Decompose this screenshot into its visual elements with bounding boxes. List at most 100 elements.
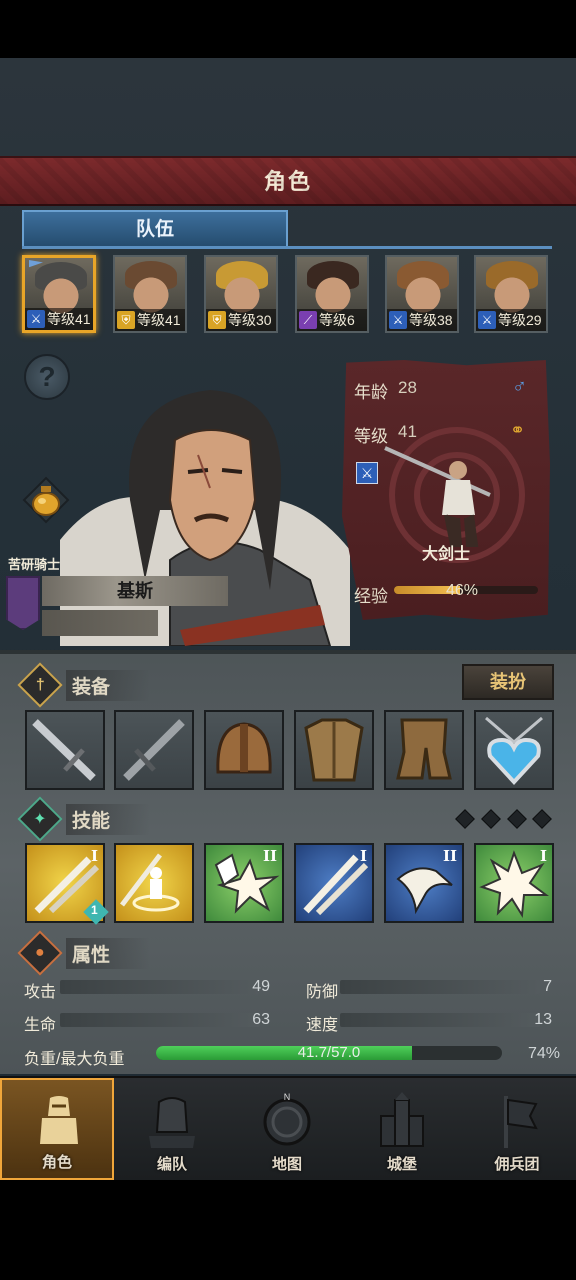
attack-label: 攻击 xyxy=(24,984,57,1001)
age-label: 年龄 xyxy=(354,383,388,402)
roster-slot-6[interactable]: ⚔ 等级29 xyxy=(474,255,548,333)
skill-slot-2[interactable] xyxy=(114,843,194,923)
status-bar-area xyxy=(0,0,576,58)
skill-slot-1[interactable]: I 1 xyxy=(25,843,109,925)
equipment-title: 装备 xyxy=(66,669,151,701)
nav-character[interactable]: 角色 xyxy=(0,1078,114,1180)
attributes-header: ● 属性 xyxy=(17,930,556,976)
equip-slot-helmet[interactable] xyxy=(204,710,284,790)
nav-label: 城堡 xyxy=(386,1156,417,1173)
speed-label: 速度 xyxy=(306,1017,339,1034)
nav-label: 地图 xyxy=(271,1156,302,1173)
sword-class-icon: ⚔ xyxy=(356,462,378,484)
level-value: 41 xyxy=(398,422,417,441)
equip-slot-weapon[interactable] xyxy=(25,710,105,790)
roster-level: 等级41 xyxy=(137,312,181,328)
ring-icon: ⚭ xyxy=(510,420,526,440)
attribute-person-icon: ● xyxy=(17,930,63,976)
sword-class-icon: ⚔ xyxy=(27,310,45,328)
nav-castle[interactable]: 城堡 xyxy=(345,1078,459,1180)
attributes-title: 属性 xyxy=(66,937,151,969)
portrait-face xyxy=(488,265,536,315)
nav-mercenary[interactable]: 佣兵团 xyxy=(460,1078,574,1180)
knight-icon xyxy=(40,1096,78,1144)
defense-label: 防御 xyxy=(306,984,339,1001)
costume-button[interactable]: 装扮 xyxy=(462,664,554,700)
helmet-icon xyxy=(216,722,272,774)
nav-label: 佣兵团 xyxy=(494,1156,540,1173)
portrait-face xyxy=(127,265,175,315)
amulet-icon xyxy=(485,716,543,785)
summon-icon xyxy=(120,853,180,912)
male-icon: ♂ xyxy=(512,376,527,398)
page-title: 角色 xyxy=(0,156,576,206)
armor-icon xyxy=(304,718,364,782)
skills-header: ✦ 技能 xyxy=(17,796,556,842)
skill-rank: I xyxy=(359,847,367,865)
tab-underline xyxy=(22,246,552,249)
skill-slot-4[interactable]: I xyxy=(294,843,374,923)
equip-slot-accessory[interactable] xyxy=(474,710,554,790)
character-title: 苦研骑士 xyxy=(8,557,61,572)
shield-class-icon: ⛨ xyxy=(117,311,135,329)
character-portrait xyxy=(60,390,350,646)
roster-slot-5[interactable]: ⚔ 等级38 xyxy=(385,255,459,333)
compass-icon: N xyxy=(263,1092,311,1146)
skill-rank: II xyxy=(442,847,457,865)
nav-formation[interactable]: 编队 xyxy=(115,1078,229,1180)
boots-icon xyxy=(396,718,452,780)
roster-slot-1[interactable]: ⚔ 等级41 xyxy=(22,255,96,333)
portrait-face xyxy=(309,265,357,315)
equip-slot-weapon-2[interactable] xyxy=(114,710,194,790)
skill-rank: I xyxy=(90,847,98,865)
exp-percent: 46% xyxy=(446,582,479,599)
castle-icon xyxy=(380,1092,424,1147)
roster-level: 等级30 xyxy=(228,312,272,328)
portrait-face xyxy=(399,265,447,315)
character-name[interactable]: 基斯 xyxy=(42,576,228,606)
load-label: 负重/最大负重 xyxy=(24,1051,125,1068)
attack-value: 49 xyxy=(252,978,270,995)
defense-value: 7 xyxy=(543,978,552,995)
nav-label: 编队 xyxy=(156,1156,187,1173)
bottom-bar-area xyxy=(0,1180,576,1280)
roster-slot-4[interactable]: ⟋ 等级6 xyxy=(295,255,369,333)
equip-slot-armor[interactable] xyxy=(294,710,374,790)
class-name: 大剑士 xyxy=(422,546,471,563)
name-plate-sub xyxy=(42,610,158,636)
class-emblem-icon xyxy=(6,576,40,630)
skill-rank: I xyxy=(539,847,547,865)
equip-slot-legs[interactable] xyxy=(384,710,464,790)
age-value: 28 xyxy=(398,378,417,397)
dagger-icon: † xyxy=(17,662,63,708)
exp-label: 经验 xyxy=(354,587,388,606)
skill-badge: 1 xyxy=(91,903,98,917)
roster-level: 等级6 xyxy=(319,312,355,328)
staff-class-icon: ⟋ xyxy=(299,311,317,329)
portrait-face xyxy=(218,265,266,315)
skill-rank: II xyxy=(262,847,277,865)
nav-map[interactable]: N 地图 xyxy=(230,1078,344,1180)
shield-class-icon: ⛨ xyxy=(208,311,226,329)
roster-level: 等级29 xyxy=(498,312,542,328)
sword-class-icon: ⚔ xyxy=(389,311,407,329)
load-percent: 74% xyxy=(527,1045,560,1062)
hp-label: 生命 xyxy=(24,1017,57,1034)
skill-slot-5[interactable]: II xyxy=(384,843,464,923)
sword-icon xyxy=(32,719,96,781)
compass-letter: N xyxy=(284,1092,291,1102)
skill-slot-3[interactable]: II xyxy=(204,843,284,923)
sword-icon xyxy=(123,719,185,781)
skill-slot-6[interactable]: I xyxy=(474,843,554,923)
nav-label: 角色 xyxy=(41,1154,72,1171)
tab-team[interactable]: 队伍 xyxy=(22,210,288,248)
skills-title: 技能 xyxy=(66,803,151,835)
banner-icon xyxy=(504,1096,538,1148)
sword-class-icon: ⚔ xyxy=(478,311,496,329)
helmet-squad-icon xyxy=(149,1097,195,1148)
class-figure-icon xyxy=(384,446,491,547)
speed-value: 13 xyxy=(534,1011,552,1028)
roster-slot-3[interactable]: ⛨ 等级30 xyxy=(204,255,278,333)
roster-slot-2[interactable]: ⛨ 等级41 xyxy=(113,255,187,333)
load-value: 41.7/57.0 xyxy=(297,1044,361,1061)
